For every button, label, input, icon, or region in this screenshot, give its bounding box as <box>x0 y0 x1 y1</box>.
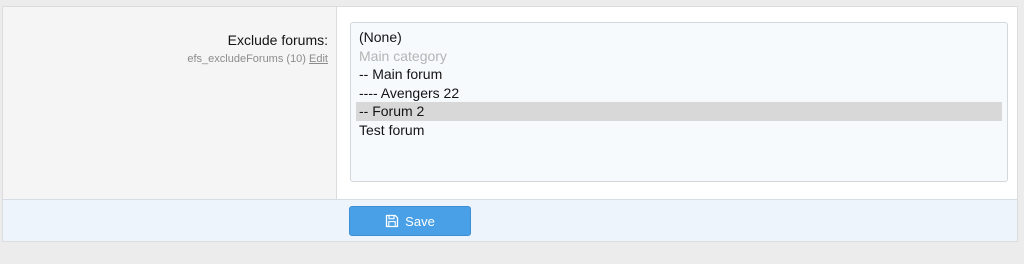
field-hint: efs_excludeForums (10) Edit <box>187 53 328 65</box>
edit-link[interactable]: Edit <box>309 53 328 65</box>
options-panel: Exclude forums: efs_excludeForums (10) E… <box>2 6 1018 242</box>
submit-row: Save <box>3 199 1017 241</box>
forums-multiselect[interactable]: (None) Main category -- Main forum ---- … <box>350 22 1008 182</box>
option-none[interactable]: (None) <box>356 28 1002 47</box>
option-main-forum[interactable]: -- Main forum <box>356 65 1002 84</box>
option-forum-2[interactable]: -- Forum 2 <box>356 102 1002 121</box>
save-icon <box>385 214 399 228</box>
option-avengers-22[interactable]: ---- Avengers 22 <box>356 84 1002 103</box>
field-label: Exclude forums: <box>227 32 328 48</box>
input-column: (None) Main category -- Main forum ---- … <box>337 7 1017 199</box>
form-row: Exclude forums: efs_excludeForums (10) E… <box>3 7 1017 199</box>
save-button[interactable]: Save <box>349 206 471 236</box>
option-name: efs_excludeForums (10) <box>187 53 306 65</box>
save-button-label: Save <box>405 213 435 229</box>
option-test-forum[interactable]: Test forum <box>356 121 1002 140</box>
option-main-category: Main category <box>359 47 447 64</box>
label-column: Exclude forums: efs_excludeForums (10) E… <box>3 7 337 199</box>
